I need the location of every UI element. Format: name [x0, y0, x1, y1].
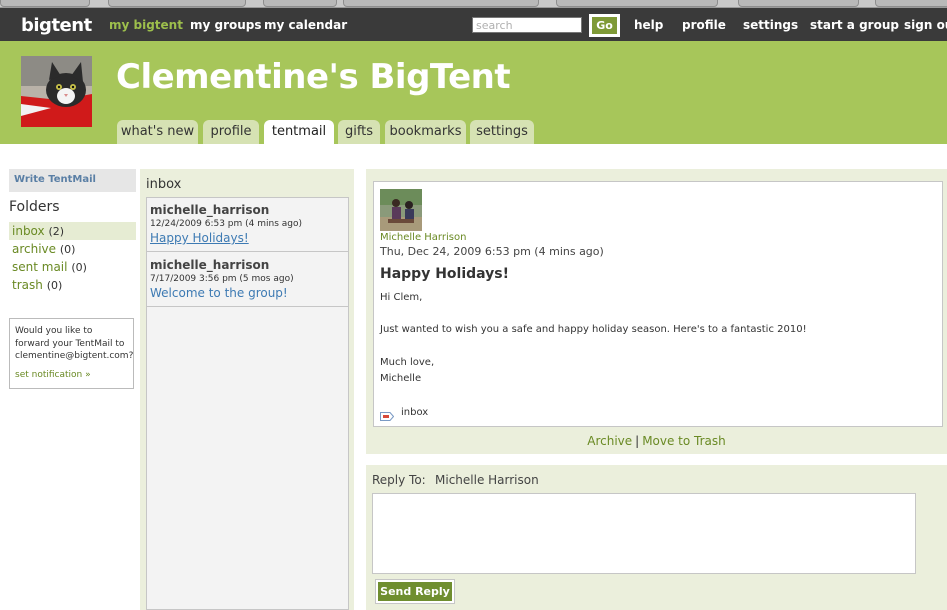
archive-link[interactable]: Archive: [587, 434, 632, 448]
message-body-line: Just wanted to wish you a safe and happy…: [380, 324, 807, 335]
message-panel: Michelle Harrison Thu, Dec 24, 2009 6:53…: [366, 169, 947, 454]
top-nav-bar: bigtent my bigtent my groups my calendar…: [0, 8, 947, 41]
move-to-trash-link[interactable]: Move to Trash: [642, 434, 726, 448]
message-body-line: Much love,: [380, 357, 435, 368]
message-subject-link[interactable]: Welcome to the group!: [150, 286, 345, 300]
browser-tab[interactable]: [263, 0, 337, 7]
message-body-line: Hi Clem,: [380, 292, 423, 303]
nav-start-group[interactable]: start a group: [810, 18, 899, 32]
action-separator: |: [635, 434, 640, 448]
folders-heading: Folders: [9, 199, 60, 215]
nav-my-groups[interactable]: my groups: [190, 18, 262, 32]
message-card: Michelle Harrison Thu, Dec 24, 2009 6:53…: [373, 181, 943, 427]
browser-tab[interactable]: [738, 0, 859, 7]
set-notification-link[interactable]: set notification »: [15, 369, 91, 382]
reply-panel: Reply To: Michelle Harrison Send Reply: [366, 465, 947, 610]
tag-label: inbox: [401, 407, 429, 418]
message-date: Thu, Dec 24, 2009 6:53 pm (4 mins ago): [380, 245, 604, 258]
tab-settings[interactable]: settings: [470, 120, 534, 144]
write-tentmail-button[interactable]: Write TentMail: [9, 169, 136, 192]
browser-tab-strip: [0, 0, 947, 8]
folder-count: (0): [59, 243, 76, 256]
tab-gifts[interactable]: gifts: [338, 120, 380, 144]
forward-notice-text: Would you like to forward your TentMail …: [15, 326, 134, 361]
browser-tab[interactable]: [343, 0, 539, 7]
folder-trash[interactable]: trash (0): [9, 276, 136, 294]
tab-profile[interactable]: profile: [203, 120, 259, 144]
inbox-heading: inbox: [146, 177, 182, 192]
message-list: michelle_harrison 12/24/2009 6:53 pm (4 …: [146, 197, 349, 610]
reply-to-label: Reply To:: [372, 473, 426, 487]
cat-photo-icon: [21, 56, 92, 127]
folder-label: archive: [12, 242, 57, 256]
browser-tab[interactable]: [108, 0, 246, 7]
folder-count: (2): [48, 225, 65, 238]
folder-label: trash: [12, 278, 43, 292]
list-item[interactable]: michelle_harrison 7/17/2009 3:56 pm (5 m…: [147, 253, 348, 307]
tag-icon: [380, 406, 395, 421]
folder-sent-mail[interactable]: sent mail (0): [9, 258, 136, 276]
folder-inbox[interactable]: inbox (2): [9, 222, 136, 240]
forward-notice-box: Would you like to forward your TentMail …: [9, 318, 134, 389]
browser-tab[interactable]: [0, 0, 90, 7]
page-title: Clementine's BigTent: [116, 57, 511, 97]
go-button-label: Go: [592, 17, 617, 34]
inbox-column: inbox michelle_harrison 12/24/2009 6:53 …: [140, 169, 354, 610]
send-reply-button[interactable]: Send Reply: [375, 579, 455, 604]
message-sender: michelle_harrison: [150, 258, 270, 272]
avatar[interactable]: [21, 56, 92, 127]
go-button[interactable]: Go: [589, 14, 620, 37]
nav-my-calendar[interactable]: my calendar: [264, 18, 347, 32]
nav-sign-out[interactable]: sign out: [904, 18, 947, 32]
message-body-line: Michelle: [380, 373, 422, 384]
profile-header: Clementine's BigTent what's new profile …: [0, 41, 947, 144]
reply-textarea[interactable]: [372, 493, 916, 574]
message-actions: Archive | Move to Trash: [366, 434, 947, 448]
nav-profile[interactable]: profile: [682, 18, 726, 32]
sender-name-link[interactable]: Michelle Harrison: [380, 232, 466, 243]
sender-avatar[interactable]: [380, 189, 422, 231]
nav-help[interactable]: help: [634, 18, 663, 32]
folder-label: inbox: [12, 224, 45, 238]
folder-count: (0): [46, 279, 63, 292]
send-reply-label: Send Reply: [378, 582, 452, 601]
browser-tab[interactable]: [556, 0, 718, 7]
list-item[interactable]: michelle_harrison 12/24/2009 6:53 pm (4 …: [147, 198, 348, 252]
browser-tab[interactable]: [875, 0, 947, 7]
tab-tentmail[interactable]: tentmail: [264, 120, 334, 144]
folder-count: (0): [71, 261, 87, 274]
nav-settings[interactable]: settings: [743, 18, 798, 32]
folder-label: sent mail: [12, 260, 68, 274]
folder-archive[interactable]: archive (0): [9, 240, 136, 258]
message-sender: michelle_harrison: [150, 203, 270, 217]
message-subject-link[interactable]: Happy Holidays!: [150, 231, 345, 245]
message-date: 12/24/2009 6:53 pm (4 mins ago): [150, 219, 303, 229]
tab-whats-new[interactable]: what's new: [117, 120, 198, 144]
sender-photo-icon: [380, 189, 422, 231]
reply-recipient: Michelle Harrison: [435, 473, 539, 487]
tab-bookmarks[interactable]: bookmarks: [385, 120, 466, 144]
bigtent-logo[interactable]: bigtent: [21, 15, 92, 36]
search-input[interactable]: [472, 17, 582, 33]
message-subject: Happy Holidays!: [380, 266, 510, 282]
message-date: 7/17/2009 3:56 pm (5 mos ago): [150, 274, 294, 284]
nav-my-bigtent[interactable]: my bigtent: [109, 18, 183, 32]
